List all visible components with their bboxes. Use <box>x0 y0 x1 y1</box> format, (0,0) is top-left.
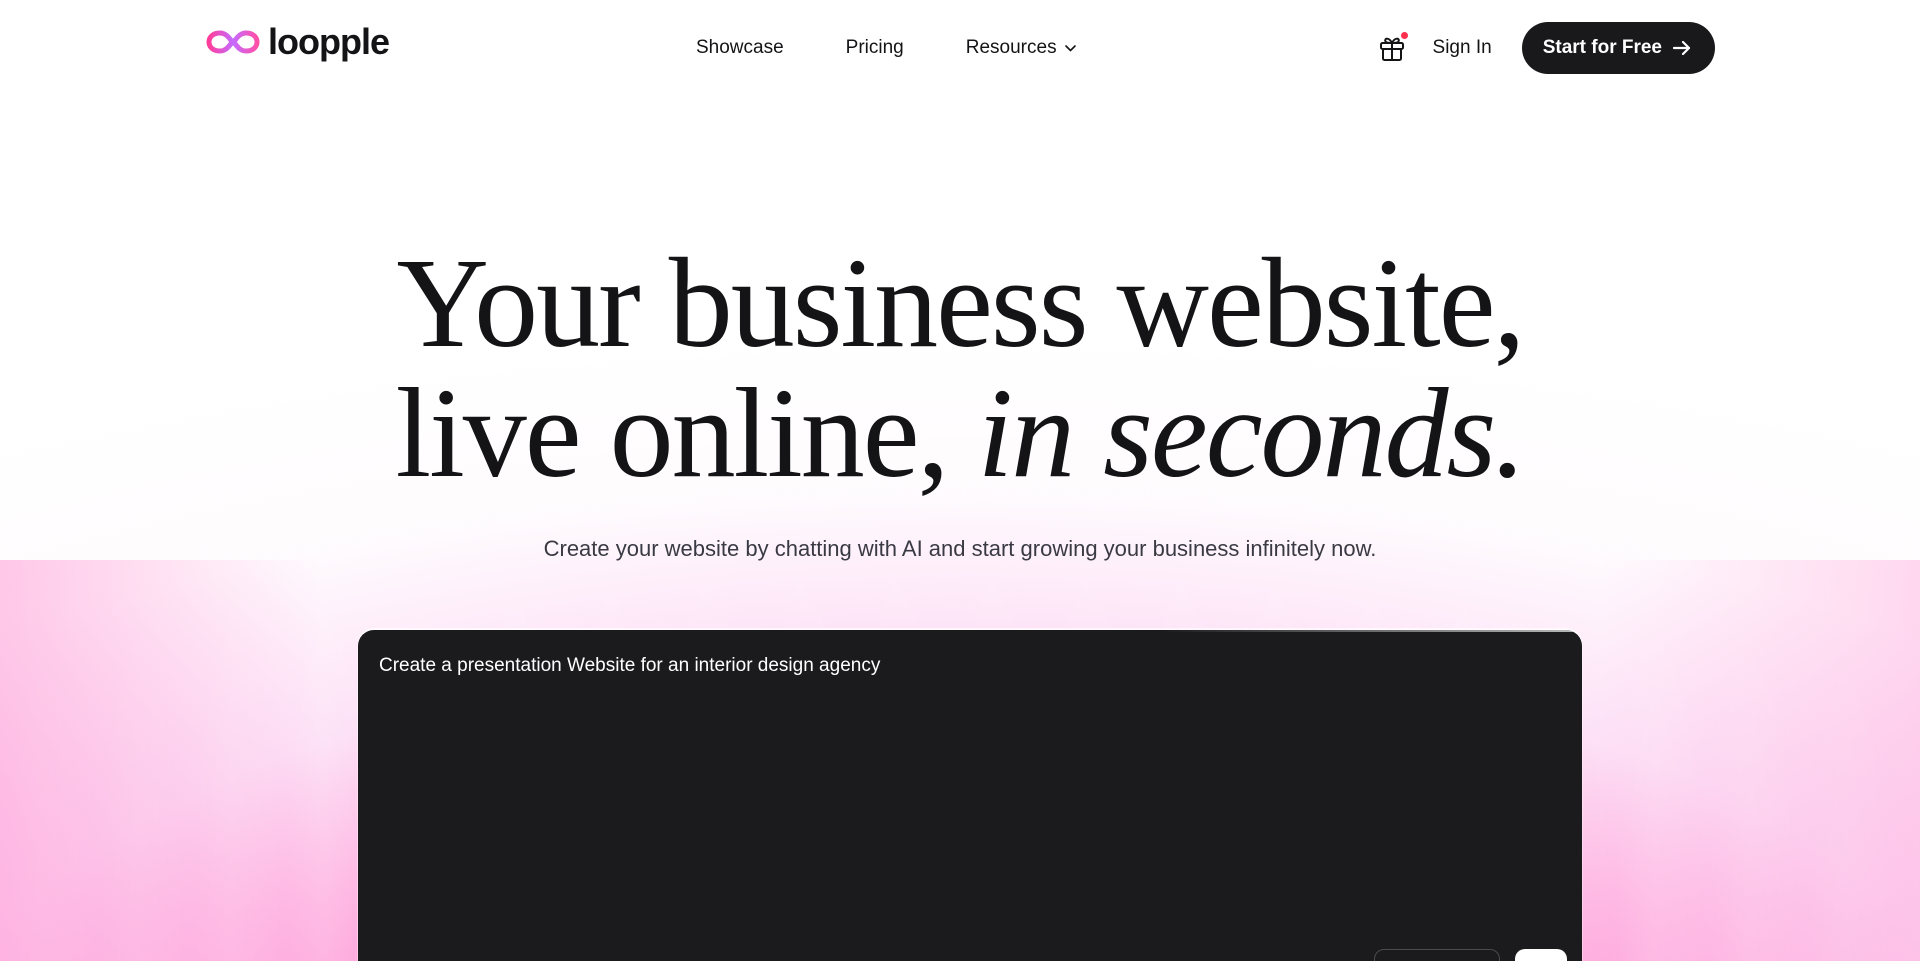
background-edge-right <box>1600 560 1920 961</box>
main-nav: Showcase Pricing Resources <box>696 37 1076 59</box>
background-edge-left <box>0 560 320 961</box>
hero-title-line2-italic: in seconds. <box>977 362 1527 504</box>
cta-label: Start for Free <box>1542 37 1662 58</box>
loopple-logo-icon <box>206 28 260 56</box>
chevron-down-icon <box>1064 44 1076 52</box>
prompt-box: Create a presentation Website for an int… <box>358 630 1582 961</box>
prompt-input[interactable]: Create a presentation Website for an int… <box>379 652 1559 852</box>
page: loopple Showcase Pricing Resources Sign … <box>0 0 1920 961</box>
nav-item-pricing[interactable]: Pricing <box>846 37 904 59</box>
prompt-option-button[interactable] <box>1374 949 1500 961</box>
prompt-send-button[interactable] <box>1515 949 1567 961</box>
hero-title-line2-regular: live online, <box>395 362 978 504</box>
logo-link[interactable]: loopple <box>206 21 390 62</box>
nav-item-label: Pricing <box>845 37 904 58</box>
nav-item-showcase[interactable]: Showcase <box>696 37 784 59</box>
notification-dot <box>1400 32 1408 39</box>
sign-in-link[interactable]: Sign In <box>1433 37 1492 59</box>
arrow-right-icon <box>1673 40 1691 56</box>
nav-item-resources[interactable]: Resources <box>966 37 1076 59</box>
hero-title-line1: Your business website, <box>396 232 1525 374</box>
header-actions: Sign In Start for Free <box>1377 22 1715 74</box>
gift-button[interactable] <box>1377 32 1408 63</box>
hero-subtitle: Create your website by chatting with AI … <box>543 536 1377 561</box>
hero-title: Your business website, live online, in s… <box>0 238 1920 498</box>
start-for-free-button[interactable]: Start for Free <box>1521 22 1715 74</box>
nav-item-label: Resources <box>965 37 1057 58</box>
site-header: loopple Showcase Pricing Resources Sign … <box>0 0 1920 96</box>
nav-item-label: Showcase <box>696 37 784 58</box>
brand-name: loopple <box>268 21 390 62</box>
